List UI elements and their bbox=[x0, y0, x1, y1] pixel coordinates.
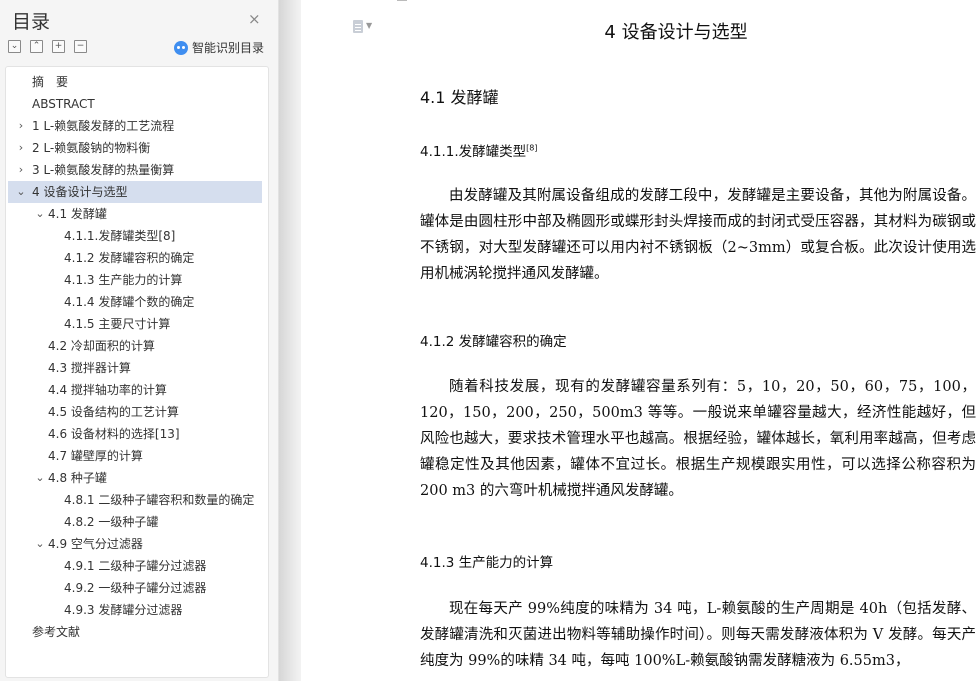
paragraph-fermenter-volume: 随着科技发展，现有的发酵罐容量系列有：5，10，20，50，60，75，100，… bbox=[420, 379, 976, 499]
toc-item-label: 4.1.1.发酵罐类型[8] bbox=[64, 229, 176, 243]
toc-item[interactable]: ⌄ 4.9 空气分过滤器 bbox=[8, 533, 262, 555]
paragraph-production-capacity: 现在每天产 99%纯度的味精为 34 吨，L-赖氨酸的生产周期是 40h（包括发… bbox=[420, 601, 976, 669]
heading-4-1-1-text: 4.1.1.发酵罐类型 bbox=[420, 144, 527, 160]
toc-item[interactable]: 4.9.1 二级种子罐分过滤器 bbox=[8, 555, 262, 577]
toc-item-label: 4.5 设备结构的工艺计算 bbox=[48, 405, 179, 419]
chevron-down-icon[interactable]: ⌄ bbox=[35, 533, 45, 555]
toc-item[interactable]: › 1 L-赖氨酸发酵的工艺流程 bbox=[8, 115, 262, 137]
margin-corner-mark bbox=[397, 0, 407, 11]
toc-item[interactable]: 4.8.2 一级种子罐 bbox=[8, 511, 262, 533]
toc-sidebar: 目录 × ⌄ ⌃ + − 智能识别目录 摘 要 ABSTRACT › 1 L-赖氨酸发… bbox=[0, 0, 279, 681]
toc-item[interactable]: ⌄ 4.8 种子罐 bbox=[8, 467, 262, 489]
smart-toc-button[interactable]: 智能识别目录 bbox=[174, 39, 264, 56]
toc-item[interactable]: 4.2 冷却面积的计算 bbox=[8, 335, 262, 357]
toc-item-label: ABSTRACT bbox=[32, 97, 95, 111]
toc-item-label: 4.2 冷却面积的计算 bbox=[48, 339, 155, 353]
toc-item[interactable]: ⌄ 4.1 发酵罐 bbox=[8, 203, 262, 225]
toc-item-label: 4.9 空气分过滤器 bbox=[48, 537, 143, 551]
toc-toolbar: ⌄ ⌃ + − bbox=[8, 40, 87, 53]
toc-item-label: 4.1.2 发酵罐容积的确定 bbox=[64, 251, 195, 265]
toc-item[interactable]: 4.8.1 二级种子罐容积和数量的确定 bbox=[8, 489, 262, 511]
toc-item[interactable]: 4.1.3 生产能力的计算 bbox=[8, 269, 262, 291]
remove-heading-icon[interactable]: − bbox=[74, 40, 87, 53]
toc-item-label: 4.1.4 发酵罐个数的确定 bbox=[64, 295, 195, 309]
toc-item[interactable]: 4.9.3 发酵罐分过滤器 bbox=[8, 599, 262, 621]
close-icon[interactable]: × bbox=[248, 10, 261, 28]
toc-item-label: 4.1 发酵罐 bbox=[48, 207, 107, 221]
toc-item-label: 4.9.2 一级种子罐分过滤器 bbox=[64, 581, 207, 595]
toc-item[interactable]: 4.4 搅拌轴功率的计算 bbox=[8, 379, 262, 401]
toc-item[interactable]: 4.6 设备材料的选择[13] bbox=[8, 423, 262, 445]
page-shadow bbox=[279, 0, 301, 681]
chevron-down-icon[interactable]: ⌄ bbox=[16, 181, 26, 203]
toc-item-label: 4.1.5 主要尺寸计算 bbox=[64, 317, 171, 331]
toc-item[interactable]: 参考文献 bbox=[8, 621, 262, 643]
toc-item-label: 4.9.3 发酵罐分过滤器 bbox=[64, 603, 183, 617]
toc-item[interactable]: 4.1.1.发酵罐类型[8] bbox=[8, 225, 262, 247]
toc-item-label: 4.8 种子罐 bbox=[48, 471, 107, 485]
toc-item[interactable]: 摘 要 bbox=[8, 71, 262, 93]
toc-item[interactable]: 4.9.2 一级种子罐分过滤器 bbox=[8, 577, 262, 599]
section-heading-4-1: 4.1 发酵罐 bbox=[420, 88, 499, 107]
smart-robot-icon bbox=[174, 40, 188, 55]
toc-item-label: 4.9.1 二级种子罐分过滤器 bbox=[64, 559, 207, 573]
heading-4-1-3: 4.1.3 生产能力的计算 bbox=[420, 555, 554, 571]
toc-item[interactable]: ABSTRACT bbox=[8, 93, 262, 115]
chevron-right-icon[interactable]: › bbox=[16, 159, 26, 181]
toc-item-label: 4.6 设备材料的选择[13] bbox=[48, 427, 180, 441]
chevron-down-icon[interactable]: ⌄ bbox=[35, 203, 45, 225]
toc-item[interactable]: 4.1.5 主要尺寸计算 bbox=[8, 313, 262, 335]
heading-4-1-2: 4.1.2 发酵罐容积的确定 bbox=[420, 334, 567, 350]
toc-item[interactable]: 4.3 搅拌器计算 bbox=[8, 357, 262, 379]
toc-item-label: 4.3 搅拌器计算 bbox=[48, 361, 131, 375]
toc-item[interactable]: › 3 L-赖氨酸发酵的热量衡算 bbox=[8, 159, 262, 181]
toc-item-label: 2 L-赖氨酸钠的物料衡 bbox=[32, 141, 151, 155]
toc-item[interactable]: 4.5 设备结构的工艺计算 bbox=[8, 401, 262, 423]
chevron-right-icon[interactable]: › bbox=[16, 115, 26, 137]
chevron-down-icon[interactable]: ⌄ bbox=[35, 467, 45, 489]
toc-item-label: 4.8.1 二级种子罐容积和数量的确定 bbox=[64, 493, 255, 507]
toc-item[interactable]: › 2 L-赖氨酸钠的物料衡 bbox=[8, 137, 262, 159]
toc-item-label: 参考文献 bbox=[32, 625, 81, 639]
toc-item-label: 4 设备设计与选型 bbox=[32, 185, 128, 199]
citation-ref: [8] bbox=[526, 143, 538, 153]
document-area: ▼ 4 设备设计与选型 4.1 发酵罐 4.1.1.发酵罐类型[8] 由发酵罐及… bbox=[279, 0, 979, 681]
toc-title: 目录 bbox=[12, 11, 51, 33]
toc-item[interactable]: 4.1.4 发酵罐个数的确定 bbox=[8, 291, 262, 313]
document-page[interactable]: ▼ 4 设备设计与选型 4.1 发酵罐 4.1.1.发酵罐类型[8] 由发酵罐及… bbox=[301, 0, 979, 681]
toc-item-label: 4.8.2 一级种子罐 bbox=[64, 515, 159, 529]
chevron-right-icon[interactable]: › bbox=[16, 137, 26, 159]
heading-4-1-1: 4.1.1.发酵罐类型[8] bbox=[420, 140, 538, 161]
toc-item[interactable]: 4.7 罐壁厚的计算 bbox=[8, 445, 262, 467]
toc-list: 摘 要 ABSTRACT › 1 L-赖氨酸发酵的工艺流程 › 2 L-赖氨酸钠的物料衡 ›… bbox=[5, 66, 269, 678]
toc-item-label: 4.7 罐壁厚的计算 bbox=[48, 449, 143, 463]
toc-item[interactable]: ⌄ 4 设备设计与选型 bbox=[8, 181, 262, 203]
toc-item-label: 3 L-赖氨酸发酵的热量衡算 bbox=[32, 163, 175, 177]
toc-item-label: 4.4 搅拌轴功率的计算 bbox=[48, 383, 167, 397]
smart-toc-label: 智能识别目录 bbox=[192, 41, 265, 55]
chapter-heading: 4 设备设计与选型 bbox=[604, 22, 748, 43]
toc-item-label: 1 L-赖氨酸发酵的工艺流程 bbox=[32, 119, 175, 133]
paragraph-fermenter-types: 由发酵罐及其附属设备组成的发酵工段中，发酵罐是主要设备，其他为附属设备。罐体是由… bbox=[420, 188, 976, 282]
toc-item[interactable]: 4.1.2 发酵罐容积的确定 bbox=[8, 247, 262, 269]
collapse-all-icon[interactable]: ⌄ bbox=[8, 40, 21, 53]
add-heading-icon[interactable]: + bbox=[52, 40, 65, 53]
expand-all-icon[interactable]: ⌃ bbox=[30, 40, 43, 53]
toc-item-label: 4.1.3 生产能力的计算 bbox=[64, 273, 183, 287]
toc-item-label: 摘 要 bbox=[32, 75, 69, 89]
